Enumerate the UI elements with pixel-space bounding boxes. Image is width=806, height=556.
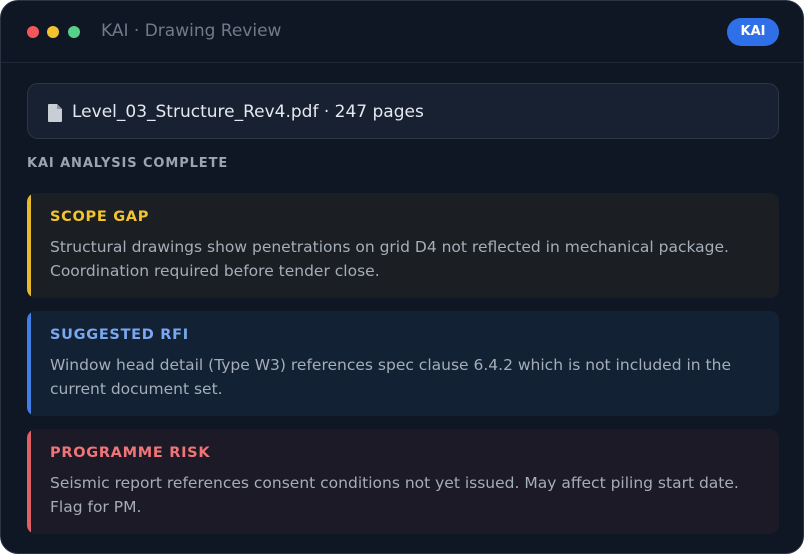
finding-title: SCOPE GAP xyxy=(50,209,150,225)
app-window: KAI · Drawing Review KAI Level_03_Struct… xyxy=(0,0,804,554)
finding-card-suggested-rfi[interactable]: SUGGESTED RFI Window head detail (Type W… xyxy=(27,311,779,416)
document-bar[interactable]: Level_03_Structure_Rev4.pdf · 247 pages xyxy=(27,83,779,139)
finding-card-scope-gap[interactable]: SCOPE GAP Structural drawings show penet… xyxy=(27,193,779,298)
analysis-status-label: KAI ANALYSIS COMPLETE xyxy=(27,156,229,171)
minimize-window-button[interactable] xyxy=(47,26,59,38)
finding-card-programme-risk[interactable]: PROGRAMME RISK Seismic report references… xyxy=(27,429,779,534)
finding-title: PROGRAMME RISK xyxy=(50,445,211,461)
finding-description: Window head detail (Type W3) references … xyxy=(50,356,731,398)
kai-badge: KAI xyxy=(727,18,779,46)
document-name: Level_03_Structure_Rev4.pdf · 247 pages xyxy=(72,102,424,122)
maximize-window-button[interactable] xyxy=(68,26,80,38)
accent-bar xyxy=(27,311,31,416)
finding-description: Structural drawings show penetrations on… xyxy=(50,238,729,280)
close-window-button[interactable] xyxy=(27,26,39,38)
accent-bar xyxy=(27,193,31,298)
accent-bar xyxy=(27,429,31,534)
title-bar: KAI · Drawing Review KAI xyxy=(1,1,803,63)
finding-description: Seismic report references consent condit… xyxy=(50,474,739,516)
window-title: KAI · Drawing Review xyxy=(101,21,282,41)
finding-title: SUGGESTED RFI xyxy=(50,327,189,343)
file-icon xyxy=(48,104,62,122)
